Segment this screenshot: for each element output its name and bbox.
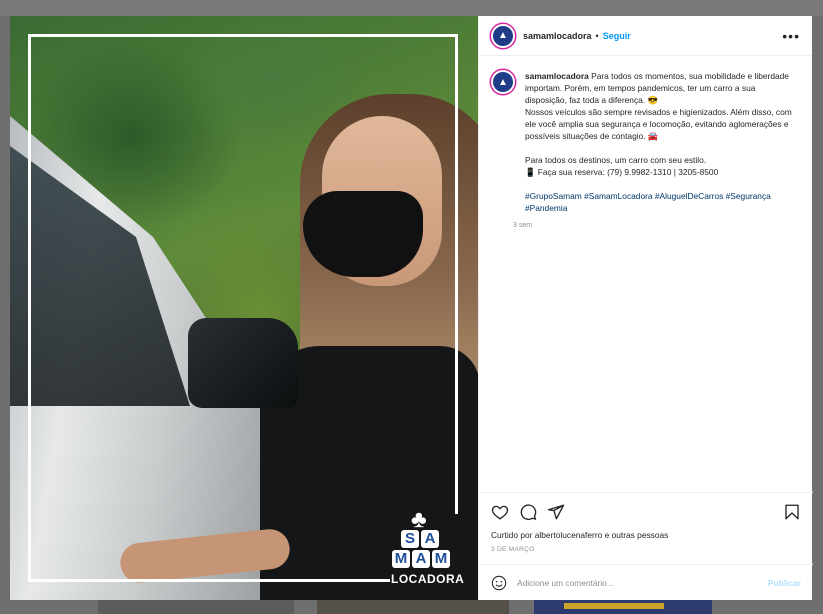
likes-text[interactable]: Curtido por albertolucenaferro e outras … [479, 521, 813, 540]
follow-button[interactable]: Seguir [603, 31, 631, 41]
post-side-panel: ▲ samamlocadora • Seguir ••• ▲ samamloca… [478, 16, 813, 600]
heart-icon[interactable] [491, 503, 509, 521]
comment-box: Publicar [479, 564, 813, 601]
emoji-icon[interactable] [491, 575, 507, 591]
background-page-header [0, 0, 823, 16]
comment-icon[interactable] [519, 503, 537, 521]
photo-frame [455, 34, 458, 514]
avatar[interactable]: ▲ [491, 23, 515, 48]
photo-frame [28, 579, 390, 582]
caption-text: samamlocadora Para todos os momentos, su… [525, 70, 795, 214]
separator-dot: • [595, 30, 599, 41]
samam-logo: ♣ S A M A M LOCADORA [391, 506, 465, 588]
post-date: 3 DE MARÇO [491, 546, 535, 553]
caption: ▲ samamlocadora Para todos os momentos, … [479, 56, 812, 214]
post-modal: ♣ S A M A M LOCADORA ▲ samamlocadora • S… [10, 16, 813, 600]
username-link[interactable]: samamlocadora [523, 31, 592, 41]
logo-letter: A [421, 530, 439, 548]
bookmark-icon[interactable] [783, 503, 801, 521]
comment-input[interactable] [517, 578, 747, 588]
hashtags[interactable]: #GrupoSamam #SamamLocadora #AluguelDeCar… [525, 191, 771, 213]
publish-button[interactable]: Publicar [768, 578, 801, 588]
caption-line: Para todos os destinos, um carro com seu… [525, 155, 707, 165]
logo-letter: S [401, 530, 419, 548]
logo-letter: A [412, 550, 430, 568]
logo-letter: M [432, 550, 450, 568]
caption-username[interactable]: samamlocadora [525, 71, 589, 81]
background-thumbnail [534, 600, 712, 614]
post-header: ▲ samamlocadora • Seguir ••• [479, 16, 812, 56]
caption-timestamp: 3 sem [513, 222, 533, 229]
logo-brand-text: LOCADORA [391, 572, 465, 586]
caption-line: 📱 Faça sua reserva: (79) 9.9982-1310 | 3… [525, 167, 719, 177]
avatar[interactable]: ▲ [491, 70, 515, 94]
send-icon[interactable] [547, 503, 565, 521]
post-actions: Curtido por albertolucenaferro e outras … [479, 492, 813, 600]
background-thumbnail [98, 600, 294, 614]
caption-line: Nossos veículos são sempre revisados e h… [525, 107, 792, 141]
background-thumbnail [317, 600, 509, 614]
post-photo: ♣ S A M A M LOCADORA [10, 16, 478, 600]
logo-people-icon: ♣ [411, 506, 427, 533]
logo-letter: M [392, 550, 410, 568]
more-options-icon[interactable]: ••• [782, 28, 800, 44]
photo-frame [28, 34, 458, 582]
